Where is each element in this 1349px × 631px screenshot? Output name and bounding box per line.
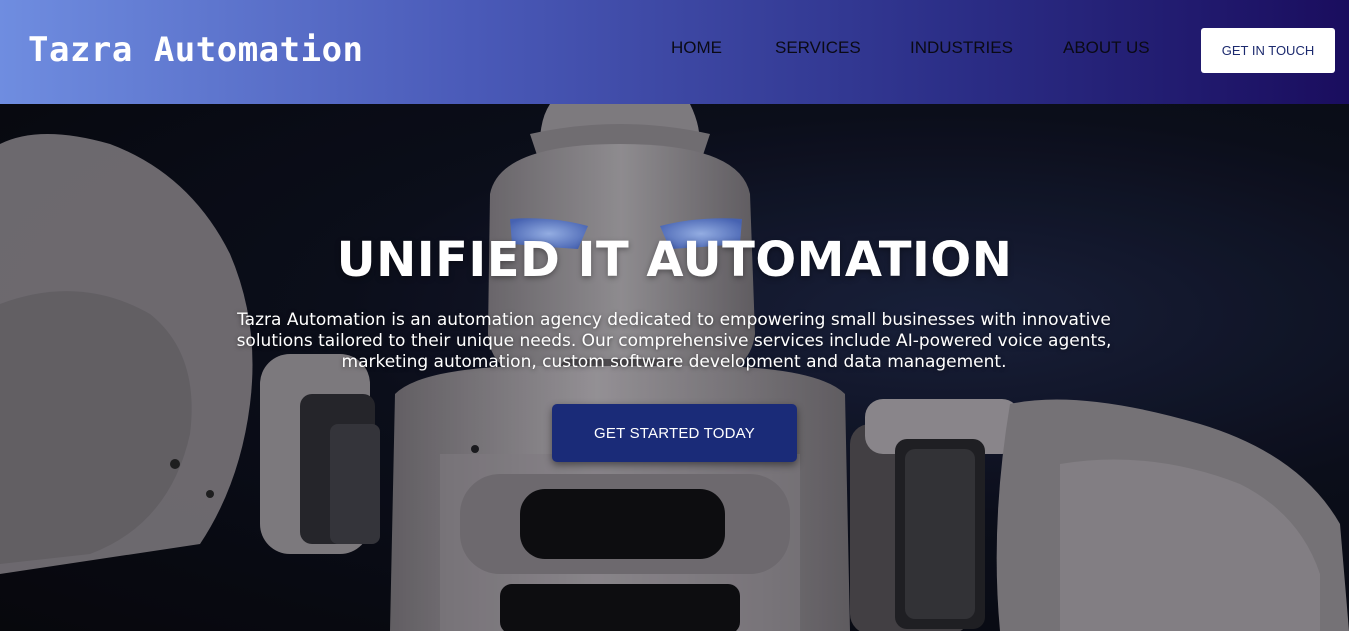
brand-logo[interactable]: Tazra Automation: [28, 30, 364, 70]
get-started-button[interactable]: GET STARTED TODAY: [552, 404, 797, 462]
nav-industries[interactable]: INDUSTRIES: [910, 38, 1013, 58]
hero-section: UNIFIED IT AUTOMATION Tazra Automation i…: [0, 104, 1349, 631]
hero-description: Tazra Automation is an automation agency…: [236, 310, 1112, 372]
get-in-touch-button[interactable]: GET IN TOUCH: [1201, 28, 1335, 73]
site-header: Tazra Automation HOME SERVICES INDUSTRIE…: [0, 0, 1349, 104]
nav-services[interactable]: SERVICES: [775, 38, 861, 58]
nav-about-us[interactable]: ABOUT US: [1063, 38, 1150, 58]
hero-title: UNIFIED IT AUTOMATION: [336, 232, 1013, 288]
nav-home[interactable]: HOME: [671, 38, 722, 58]
